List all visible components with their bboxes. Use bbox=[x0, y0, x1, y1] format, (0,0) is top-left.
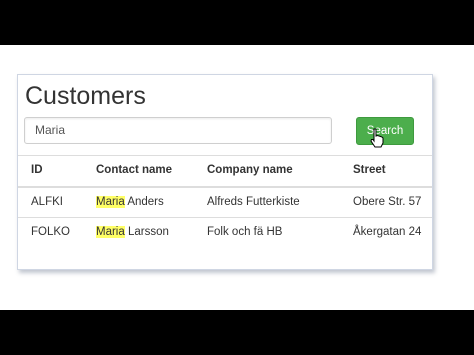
table-row[interactable]: FOLKO Maria Larsson Folk och fä HB Åkerg… bbox=[18, 217, 432, 248]
cell-contact-name: Maria Larsson bbox=[96, 218, 169, 247]
hand-cursor-icon bbox=[370, 128, 384, 148]
cell-company-name: Alfreds Futterkiste bbox=[207, 195, 300, 208]
cell-id: ALFKI bbox=[31, 195, 63, 208]
search-button[interactable]: Search bbox=[356, 117, 414, 145]
customers-panel: Customers Maria Search ID Contact name C… bbox=[17, 74, 433, 270]
column-header-contact-name[interactable]: Contact name bbox=[96, 156, 172, 185]
column-header-company-name[interactable]: Company name bbox=[207, 156, 293, 185]
cell-id: FOLKO bbox=[31, 226, 70, 238]
customers-table: ID Contact name Company name Street ALFK… bbox=[18, 155, 432, 248]
cell-street: Åkergatan 24 bbox=[353, 226, 422, 238]
search-highlight: Maria bbox=[96, 226, 125, 238]
search-highlight: Maria bbox=[96, 195, 125, 208]
cell-contact-name: Maria Anders bbox=[96, 188, 164, 217]
video-frame: Customers Maria Search ID Contact name C… bbox=[0, 45, 474, 310]
cell-street: Obere Str. 57 bbox=[353, 195, 422, 208]
table-row[interactable]: ALFKI Maria Anders Alfreds Futterkiste O… bbox=[18, 186, 432, 218]
cell-company-name: Folk och fä HB bbox=[207, 226, 283, 238]
contact-name-rest: Anders bbox=[124, 195, 164, 208]
table-header-row: ID Contact name Company name Street bbox=[18, 155, 432, 187]
column-header-street[interactable]: Street bbox=[353, 156, 386, 185]
search-input[interactable]: Maria bbox=[24, 117, 332, 144]
column-header-id[interactable]: ID bbox=[31, 156, 43, 185]
page-title: Customers bbox=[25, 82, 146, 110]
contact-name-rest: Larsson bbox=[124, 226, 169, 238]
